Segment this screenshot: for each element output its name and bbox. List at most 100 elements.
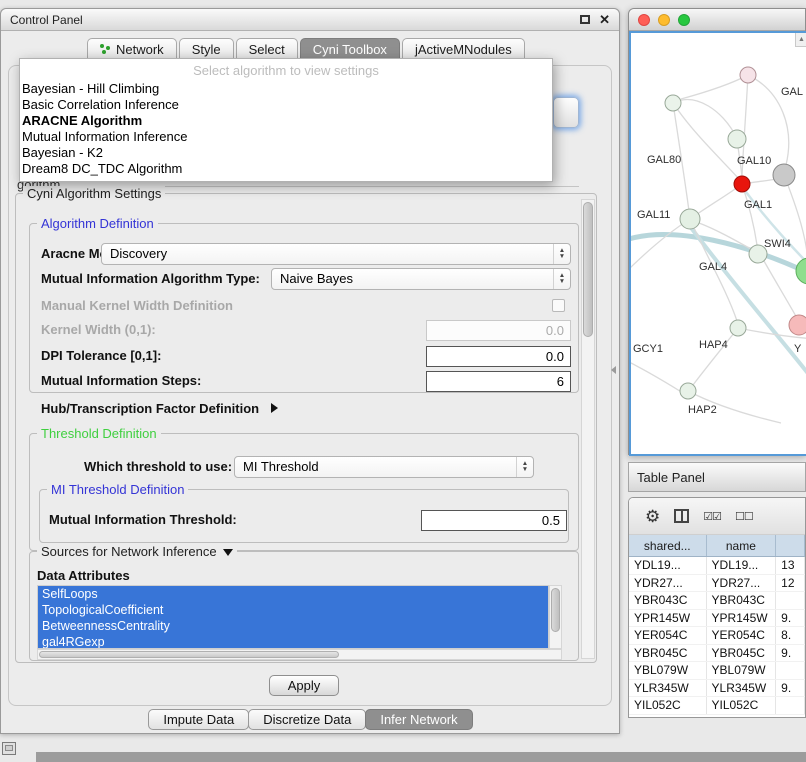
cyni-bottom-tabs: Impute DataDiscretize DataInfer Network	[1, 709, 621, 730]
network-view-window: GALGAL80GAL10GAL11GAL1SWI4GAL4GCY1HAP4YH…	[628, 8, 806, 455]
minimize-traffic-light[interactable]	[658, 14, 670, 26]
attribute-item-topologicalcoefficient[interactable]: TopologicalCoefficient	[38, 602, 548, 618]
scrollbar-thumb[interactable]	[583, 202, 593, 337]
zoom-traffic-light[interactable]	[678, 14, 690, 26]
network-icon	[100, 44, 111, 55]
sources-title-text: Sources for Network Inference	[41, 544, 217, 559]
network-node[interactable]	[789, 315, 806, 335]
network-edge[interactable]	[693, 328, 738, 385]
network-edge[interactable]	[749, 179, 777, 183]
network-node[interactable]	[665, 95, 681, 111]
tab-select[interactable]: Select	[236, 38, 298, 59]
settings-vertical-scrollbar[interactable]	[581, 199, 595, 659]
column-header-2[interactable]	[776, 535, 805, 556]
algorithm-option-bayesian-hill-climbing[interactable]: Bayesian - Hill Climbing	[20, 81, 552, 97]
column-header-name[interactable]: name	[707, 535, 777, 556]
network-node[interactable]	[680, 209, 700, 229]
table-cell: 9.	[776, 680, 805, 697]
gear-icon[interactable]: ⚙	[645, 508, 660, 525]
algorithm-option-dream8-dc-tdc-algorithm[interactable]: Dream8 DC_TDC Algorithm	[20, 161, 552, 177]
network-edge[interactable]	[681, 75, 748, 99]
network-node[interactable]	[680, 383, 696, 399]
table-row[interactable]: YBR043CYBR043C	[629, 592, 805, 610]
aracne-mode-combo[interactable]: Discovery ▲▼	[101, 243, 571, 265]
apply-button[interactable]: Apply	[269, 675, 339, 696]
canvas-scroll-corner[interactable]: ▲	[795, 33, 806, 47]
table-cell: YBR043C	[629, 592, 707, 609]
node-label: HAP4	[699, 339, 728, 351]
attributes-horizontal-scrollbar[interactable]	[37, 649, 562, 660]
table-row[interactable]: YER054CYER054C8.	[629, 627, 805, 645]
attribute-item-gal4rgexp[interactable]: gal4RGexp	[38, 634, 548, 649]
table-row[interactable]: YDR27...YDR27...12	[629, 575, 805, 593]
tab-cyni-toolbox[interactable]: Cyni Toolbox	[300, 38, 400, 59]
network-node[interactable]	[773, 164, 795, 186]
network-node[interactable]	[734, 176, 750, 192]
which-threshold-combo[interactable]: MI Threshold ▲▼	[234, 456, 534, 478]
bottom-tab-impute-data[interactable]: Impute Data	[148, 709, 249, 730]
columns-icon[interactable]	[674, 509, 689, 523]
network-edge[interactable]	[631, 361, 683, 393]
minimized-panel-icon[interactable]	[2, 742, 16, 755]
algorithm-option-bayesian-k2[interactable]: Bayesian - K2	[20, 145, 552, 161]
tab-style[interactable]: Style	[179, 38, 234, 59]
table-row[interactable]: YPR145WYPR145W9.	[629, 610, 805, 628]
bottom-tab-discretize-data[interactable]: Discretize Data	[248, 709, 366, 730]
network-edge[interactable]	[742, 184, 757, 245]
network-window-titlebar[interactable]	[629, 9, 805, 31]
table-cell	[776, 662, 805, 679]
table-panel-window: ⚙ ☑☑ ☐☐ shared...name YDL19...YDL19...13…	[628, 497, 806, 718]
manual-kernel-width-checkbox[interactable]	[552, 299, 565, 312]
node-label: GAL10	[737, 155, 771, 167]
algorithm-option-mutual-information-inference[interactable]: Mutual Information Inference	[20, 129, 552, 145]
table-row[interactable]: YLR345WYLR345W9.	[629, 680, 805, 698]
network-canvas[interactable]: GALGAL80GAL10GAL11GAL1SWI4GAL4GCY1HAP4YH…	[629, 31, 806, 456]
close-icon[interactable]: ✕	[599, 12, 610, 28]
scrollbar-thumb[interactable]	[551, 588, 560, 632]
attributes-vertical-scrollbar[interactable]	[549, 585, 562, 649]
bottom-tab-infer-network[interactable]: Infer Network	[365, 709, 472, 730]
hub-transcription-factor-section[interactable]: Hub/Transcription Factor Definition	[41, 401, 278, 416]
attribute-item-selfloops[interactable]: SelfLoops	[38, 586, 548, 602]
mi-algorithm-type-combo[interactable]: Naive Bayes ▲▼	[271, 268, 571, 290]
data-attributes-label: Data Attributes	[37, 565, 130, 587]
algorithm-dropdown-placeholder: Select algorithm to view settings	[20, 61, 552, 81]
tab-jactivemnodules[interactable]: jActiveMNodules	[402, 38, 525, 59]
mi-threshold-definition-title: MI Threshold Definition	[47, 482, 188, 497]
select-all-checks-icon[interactable]: ☑☑	[703, 510, 721, 523]
network-svg[interactable]: GALGAL80GAL10GAL11GAL1SWI4GAL4GCY1HAP4YH…	[631, 33, 806, 456]
attribute-item-betweennesscentrality[interactable]: BetweennessCentrality	[38, 618, 548, 634]
cyni-algorithm-settings-title: Cyni Algorithm Settings	[23, 186, 165, 201]
tab-network[interactable]: Network	[87, 38, 177, 59]
clear-all-checks-icon[interactable]: ☐☐	[735, 510, 753, 523]
algorithm-option-aracne-algorithm[interactable]: ARACNE Algorithm	[20, 113, 552, 129]
column-header-shared[interactable]: shared...	[629, 535, 707, 556]
close-traffic-light[interactable]	[638, 14, 650, 26]
sources-title[interactable]: Sources for Network Inference	[37, 544, 237, 559]
float-window-icon[interactable]	[580, 15, 590, 24]
network-node[interactable]	[730, 320, 746, 336]
scrollbar-thumb[interactable]	[39, 651, 339, 658]
table-row[interactable]: YDL19...YDL19...13	[629, 557, 805, 575]
node-label: SWI4	[764, 238, 791, 250]
table-row[interactable]: YBR045CYBR045C9.	[629, 645, 805, 663]
network-edge[interactable]	[764, 261, 797, 318]
table-row[interactable]: YBL079WYBL079W	[629, 662, 805, 680]
algorithm-combo-button[interactable]	[553, 97, 579, 128]
table-panel-titlebar[interactable]: Table Panel	[628, 462, 806, 492]
node-label: GAL80	[647, 154, 681, 166]
algorithm-option-basic-correlation-inference[interactable]: Basic Correlation Inference	[20, 97, 552, 113]
table-cell: YDR27...	[707, 575, 777, 592]
network-node[interactable]	[740, 67, 756, 83]
table-row[interactable]: YIL052CYIL052C	[629, 697, 805, 715]
algorithm-dropdown-popup: Select algorithm to view settings Bayesi…	[19, 58, 553, 182]
dpi-tolerance-input[interactable]	[426, 346, 571, 367]
network-edge[interactable]	[631, 219, 690, 273]
control-panel-titlebar[interactable]: Control Panel ✕	[1, 9, 619, 31]
network-node[interactable]	[728, 130, 746, 148]
mi-steps-input[interactable]	[426, 371, 571, 392]
mi-threshold-input[interactable]	[421, 510, 567, 531]
panel-collapse-arrow[interactable]	[611, 366, 616, 374]
kernel-width-input[interactable]	[426, 320, 571, 341]
network-node[interactable]	[796, 258, 806, 284]
